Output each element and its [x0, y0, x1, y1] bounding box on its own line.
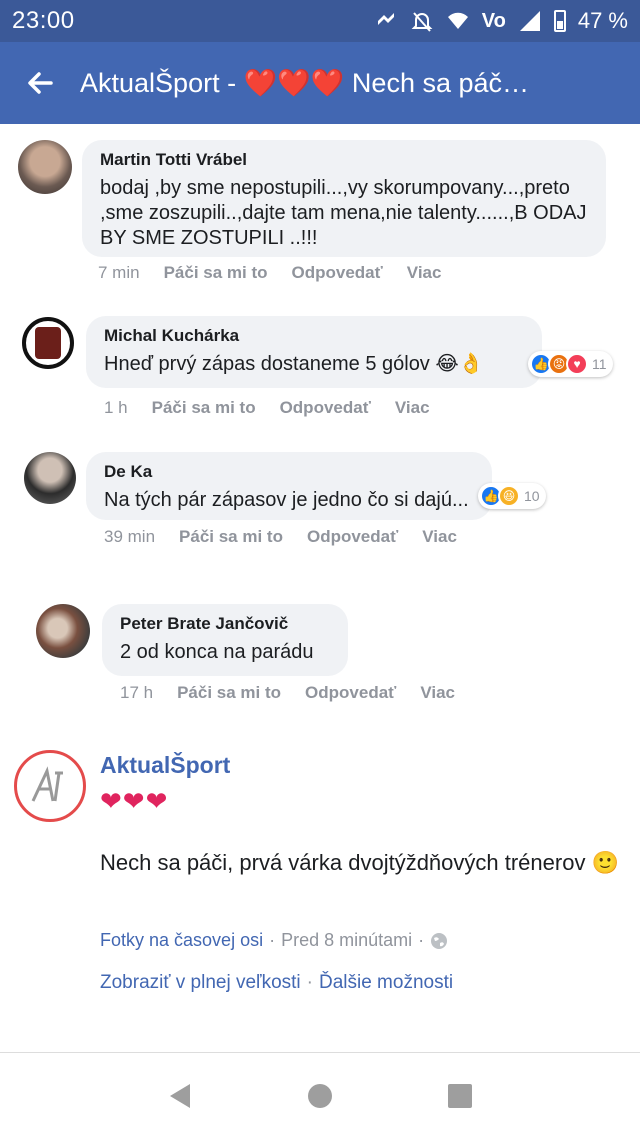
avatar[interactable] — [36, 604, 90, 658]
more-button[interactable]: Viac — [395, 398, 430, 418]
battery-icon — [553, 10, 566, 32]
page-title: AktualŠport - ❤️❤️❤️ Nech sa páč… — [80, 68, 530, 98]
post-text: Nech sa páči, prvá várka dvojtýždňových … — [100, 850, 619, 875]
more-button[interactable]: Viac — [422, 527, 457, 547]
view-full-size-link[interactable]: Zobraziť v plnej veľkosti — [100, 972, 301, 994]
comment-text: Na tých pár zápasov je jedno čo si dajú.… — [104, 489, 469, 511]
post-links: Zobraziť v plnej veľkosti · Ďalšie možno… — [100, 972, 454, 994]
comment-time[interactable]: 39 min — [104, 527, 155, 547]
avatar[interactable] — [18, 140, 72, 194]
more-options-link[interactable]: Ďalšie možnosti — [319, 972, 453, 994]
reaction-count: 11 — [592, 356, 607, 372]
comment-bubble: Michal Kuchárka Hneď prvý zápas dostanem… — [86, 316, 542, 388]
avatar[interactable] — [22, 317, 74, 369]
comment-author[interactable]: De Ka — [104, 462, 474, 482]
back-button[interactable] — [0, 42, 80, 124]
wifi-icon — [447, 12, 468, 29]
battery-level: 47 % — [577, 8, 628, 33]
comment-bubble: Martin Totti Vrábel bodaj ,by sme nepost… — [82, 140, 606, 257]
post-meta: Fotky na časovej osi · Pred 8 minútami · — [100, 930, 448, 951]
comment-text: bodaj ,by sme nepostupili...,vy skorumpo… — [100, 177, 587, 249]
arrow-left-icon — [28, 72, 53, 94]
nfc-icon — [377, 13, 394, 25]
mute-icon — [411, 12, 433, 32]
comment-actions: 7 min Páči sa mi to Odpovedať Viac — [98, 263, 441, 283]
reply-button[interactable]: Odpovedať — [305, 683, 396, 703]
comment-author[interactable]: Peter Brate Jančovič — [120, 614, 330, 634]
recents-nav-icon[interactable] — [446, 1082, 474, 1110]
comment-author[interactable]: Michal Kuchárka — [104, 326, 524, 346]
post-time[interactable]: Pred 8 minútami — [281, 930, 412, 951]
home-nav-icon[interactable] — [306, 1082, 334, 1110]
comment-author[interactable]: Martin Totti Vrábel — [100, 150, 588, 170]
page-name[interactable]: AktualŠport — [100, 752, 230, 779]
comment-bubble: De Ka Na tých pár zápasov je jedno čo si… — [86, 452, 492, 520]
reaction-count: 10 — [524, 488, 540, 504]
status-bar: 23:00 Vo 47 % — [0, 0, 640, 42]
signal-icon — [519, 11, 540, 31]
reply-button[interactable]: Odpovedať — [292, 263, 383, 283]
comment-text: 2 od konca na parádu — [120, 641, 314, 663]
album-link[interactable]: Fotky na časovej osi — [100, 930, 263, 951]
like-button[interactable]: Páči sa mi to — [177, 683, 281, 703]
app-bar: AktualŠport - ❤️❤️❤️ Nech sa páč… — [0, 42, 640, 124]
reply-button[interactable]: Odpovedať — [280, 398, 371, 418]
like-button[interactable]: Páči sa mi to — [152, 398, 256, 418]
more-button[interactable]: Viac — [420, 683, 455, 703]
reaction-summary[interactable]: 👍 😡 ♥ 11 — [528, 351, 613, 377]
comment-time[interactable]: 17 h — [120, 683, 153, 703]
like-button[interactable]: Páči sa mi to — [179, 527, 283, 547]
comment-bubble: Peter Brate Jančovič 2 od konca na parád… — [102, 604, 348, 676]
comment-actions: 17 h Páči sa mi to Odpovedať Viac — [120, 683, 455, 703]
like-button[interactable]: Páči sa mi to — [164, 263, 268, 283]
reply-button[interactable]: Odpovedať — [307, 527, 398, 547]
status-time: 23:00 — [12, 7, 75, 34]
haha-reaction-icon: 😆 — [498, 485, 520, 507]
comment-text: Hneď prvý zápas dostaneme 5 gólov 😂👌 — [104, 353, 484, 375]
back-nav-icon[interactable] — [166, 1082, 194, 1110]
comment-actions: 1 h Páči sa mi to Odpovedať Viac — [104, 398, 430, 418]
comment-time[interactable]: 7 min — [98, 263, 140, 283]
post-hearts: ❤❤❤ — [100, 786, 169, 816]
love-reaction-icon: ♥ — [566, 353, 588, 375]
reaction-summary[interactable]: 👍 😆 10 — [478, 483, 546, 509]
page-avatar[interactable] — [14, 750, 86, 822]
aktualsport-logo-icon — [31, 766, 63, 802]
more-button[interactable]: Viac — [407, 263, 442, 283]
globe-icon — [431, 932, 448, 949]
system-nav-bar — [0, 1052, 640, 1138]
comment-actions: 39 min Páči sa mi to Odpovedať Viac — [104, 527, 457, 547]
volte-icon: Vo — [481, 9, 506, 32]
comment-time[interactable]: 1 h — [104, 398, 128, 418]
avatar[interactable] — [24, 452, 76, 504]
